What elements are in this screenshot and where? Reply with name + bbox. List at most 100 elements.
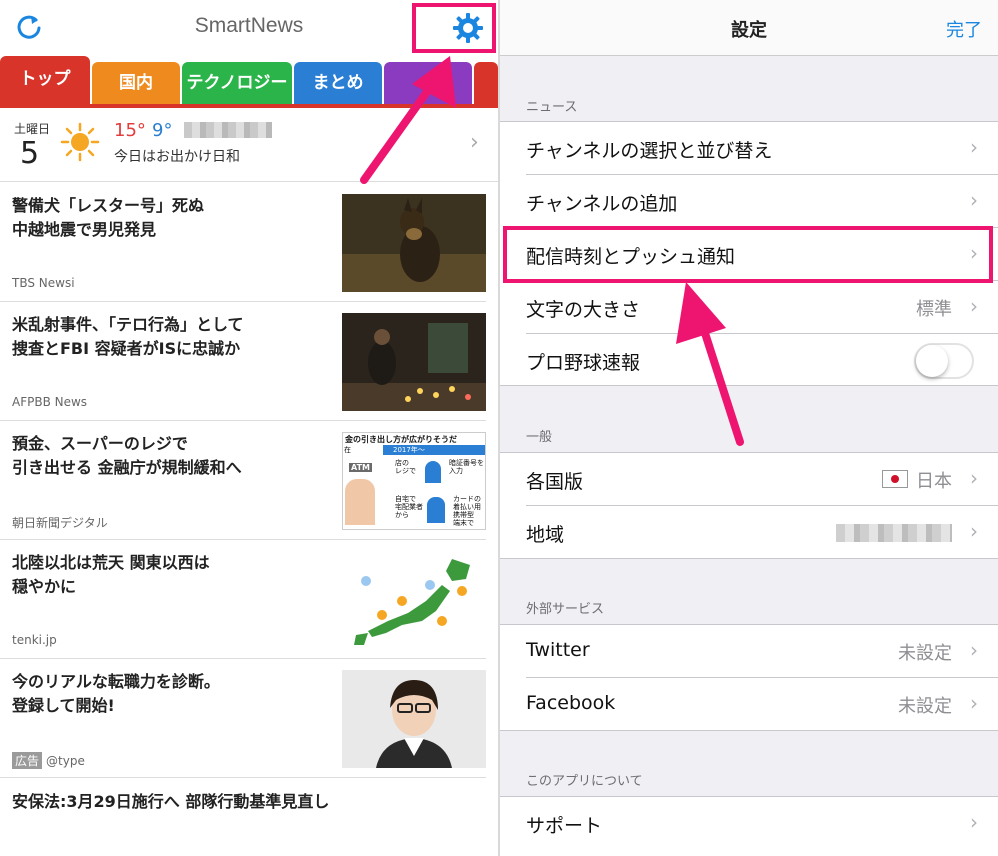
section-header-general: 一般 [526, 430, 553, 445]
divider [0, 658, 486, 659]
section-header-news: ニュース [526, 100, 578, 115]
article-thumbnail-candles [342, 313, 486, 411]
done-button[interactable]: 完了 [946, 16, 982, 42]
article-thumbnail-infographic: 金の引き出し方が広がりそうだ 2017年～ 在 ATM 店の レジで 暗証番号を… [342, 432, 486, 530]
chevron-right-icon: › [970, 519, 978, 543]
infographic-atm: ATM [349, 463, 372, 472]
article-item[interactable]: 預金、スーパーのレジで 引き出せる 金融庁が規制緩和へ 朝日新聞デジタル 金の引… [0, 422, 498, 540]
infographic-pin: 暗証番号を 入力 [449, 459, 484, 475]
push-notification-highlight-box [503, 226, 993, 283]
weather-location-blurred [184, 122, 272, 138]
divider [0, 539, 486, 540]
article-source: TBS Newsi [12, 276, 75, 290]
channel-tabs: トップ 国内 テクノロジー まとめ [0, 56, 498, 108]
feed-header: SmartNews [0, 0, 498, 56]
ad-badge: 広告 [12, 752, 43, 769]
tab-domestic[interactable]: 国内 [92, 62, 180, 104]
row-font-size[interactable]: 文字の大きさ 標準 › [500, 281, 998, 334]
article-title: 米乱射事件、「テロ行為」として 捜査とFBI 容疑者がISに忠誠か [12, 315, 244, 358]
article-thumbnail-weather-map [342, 551, 486, 649]
row-value: 日本 [916, 471, 952, 492]
infographic-person [345, 479, 375, 525]
row-value: 標準 [916, 299, 952, 320]
tab-red[interactable] [474, 62, 498, 104]
row-label: サポート [526, 815, 603, 837]
article-thumbnail-dog [342, 194, 486, 292]
tab-top[interactable]: トップ [0, 56, 90, 104]
divider [0, 420, 486, 421]
section-header-external: 外部サービス [526, 602, 605, 617]
article-item[interactable]: 北陸以北は荒天 関東以西は 穏やかに tenki.jp [0, 541, 498, 659]
tab-matome[interactable]: まとめ [294, 62, 382, 104]
infographic-card: カードの 着払い用 携帯型 端末で [453, 495, 481, 527]
article-title[interactable]: 安保法:3月29日施行へ 部隊行動基準見直し [12, 788, 329, 812]
japan-flag-icon [882, 470, 908, 488]
row-baseball-updates: プロ野球速報 [500, 334, 998, 387]
row-label: チャンネルの追加 [526, 193, 678, 215]
article-source: tenki.jp [12, 633, 57, 647]
chevron-right-icon: › [970, 810, 978, 834]
settings-group-general: 各国版 日本 › 地域 › [500, 452, 998, 559]
settings-screen: 設定 完了 ニュース チャンネルの選択と並び替え › チャンネルの追加 › 配信… [500, 0, 998, 856]
smartnews-feed: SmartNews トップ 国内 テクノロジー まとめ 土曜日 5 15° 9°… [0, 0, 498, 856]
row-label: Facebook [526, 692, 616, 714]
chevron-right-icon: › [970, 135, 978, 159]
infographic-store: 店の レジで [395, 459, 416, 475]
row-label: チャンネルの選択と並び替え [526, 140, 773, 162]
article-title: 警備犬「レスター号」死ぬ 中越地震で男児発見 [12, 196, 205, 239]
weather-widget[interactable]: 土曜日 5 15° 9° 今日はお出かけ日和 › [0, 108, 498, 182]
row-facebook[interactable]: Facebook 未設定 › [500, 678, 998, 731]
settings-group-external: Twitter 未設定 › Facebook 未設定 › [500, 624, 998, 731]
chevron-right-icon: › [970, 466, 978, 490]
article-source: AFPBB News [12, 395, 88, 409]
infographic-header: 金の引き出し方が広がりそうだ [345, 435, 457, 444]
row-region[interactable]: 地域 › [500, 506, 998, 559]
article-title: 北陸以北は荒天 関東以西は 穏やかに [12, 553, 210, 596]
infographic-year: 2017年～ [383, 445, 485, 455]
row-label: プロ野球速報 [526, 352, 641, 374]
row-label: Twitter [526, 639, 590, 661]
tab-technology[interactable]: テクノロジー [182, 62, 292, 104]
weather-date: 5 [20, 136, 40, 171]
row-edition[interactable]: 各国版 日本 › [500, 453, 998, 506]
settings-title: 設定 [731, 20, 767, 41]
region-value-blurred [836, 524, 952, 542]
article-source: 広告 @type [12, 752, 85, 769]
article-item-ad[interactable]: 今のリアルな転職力を診断。 登録して開始! 広告 @type [0, 660, 498, 778]
weather-forecast: 今日はお出かけ日和 [114, 149, 240, 165]
toggle-knob [916, 345, 948, 377]
chevron-right-icon: › [470, 130, 479, 155]
article-source: 朝日新聞デジタル [12, 516, 108, 530]
row-support[interactable]: サポート › [500, 797, 998, 850]
weather-high: 15° [114, 120, 146, 141]
screenshot: SmartNews トップ 国内 テクノロジー まとめ 土曜日 5 15° 9°… [0, 0, 998, 856]
divider [0, 777, 486, 778]
section-header-about: このアプリについて [526, 774, 643, 789]
divider [0, 301, 486, 302]
article-item[interactable]: 警備犬「レスター号」死ぬ 中越地震で男児発見 TBS Newsi [0, 184, 498, 302]
weather-low: 9° [152, 120, 173, 141]
row-label: 文字の大きさ [526, 299, 641, 321]
settings-header: 設定 完了 [500, 0, 998, 56]
gear-icon[interactable] [452, 12, 484, 44]
row-channel-select[interactable]: チャンネルの選択と並び替え › [500, 122, 998, 175]
sun-icon [60, 122, 100, 162]
tab-purple[interactable] [384, 62, 472, 104]
article-title: 預金、スーパーのレジで 引き出せる 金融庁が規制緩和へ [12, 434, 242, 477]
settings-group-about: サポート › [500, 796, 998, 856]
infographic-column-label: 在 [344, 446, 351, 454]
infographic-clerk [425, 461, 441, 483]
row-twitter[interactable]: Twitter 未設定 › [500, 625, 998, 678]
infographic-courier [427, 497, 445, 523]
infographic-home: 自宅で 宅配業者 から [395, 495, 423, 519]
row-value: 未設定 [898, 643, 952, 664]
row-label: 各国版 [526, 471, 584, 493]
baseball-toggle[interactable] [914, 343, 974, 379]
chevron-right-icon: › [970, 294, 978, 318]
row-channel-add[interactable]: チャンネルの追加 › [500, 175, 998, 228]
chevron-right-icon: › [970, 691, 978, 715]
article-item[interactable]: 米乱射事件、「テロ行為」として 捜査とFBI 容疑者がISに忠誠か AFPBB … [0, 303, 498, 421]
article-title: 今のリアルな転職力を診断。 登録して開始! [12, 672, 220, 715]
weather-day: 土曜日 [14, 122, 51, 136]
chevron-right-icon: › [970, 188, 978, 212]
